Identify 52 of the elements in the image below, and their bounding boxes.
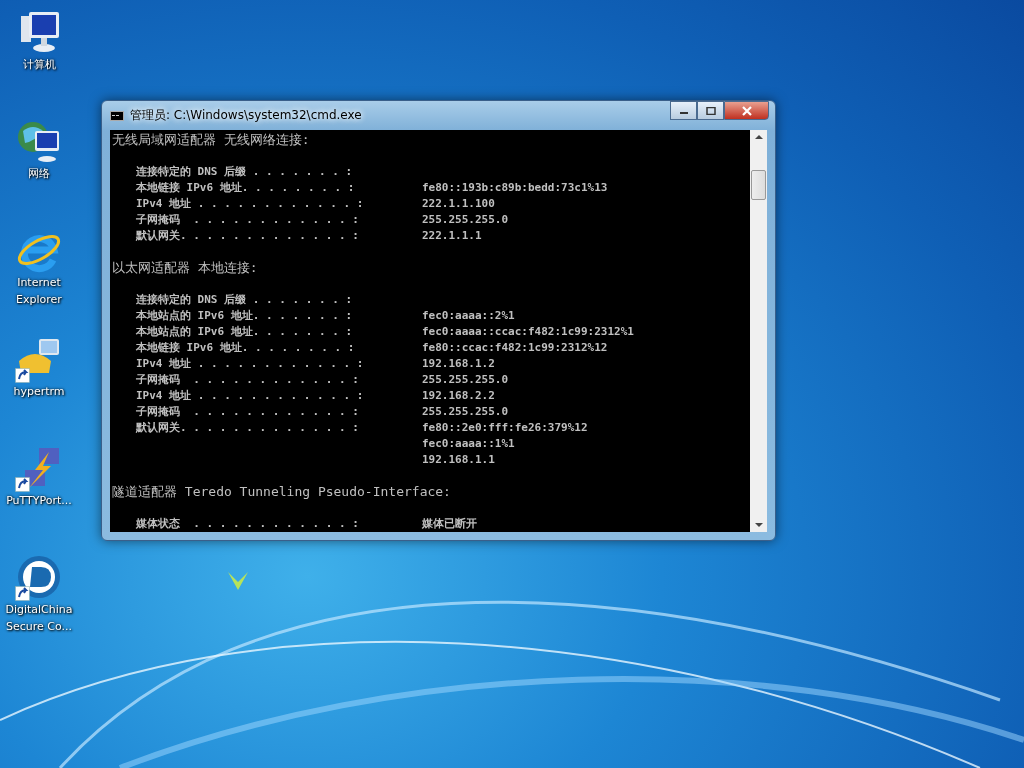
property-label: 子网掩码 . . . . . . . . . . . . : — [136, 404, 360, 420]
property-label: 连接特定的 DNS 后缀 . . . . . . . : — [136, 164, 354, 180]
property-value: fec0:aaaa::ccac:f482:1c99:2312%1 — [422, 324, 634, 340]
property-label: 本地站点的 IPv6 地址. . . . . . . : — [136, 324, 354, 340]
vertical-scrollbar[interactable] — [750, 130, 767, 532]
property-value: 255.255.255.0 — [422, 404, 509, 420]
letter-d-icon[interactable] — [15, 553, 63, 601]
maximize-icon — [705, 106, 716, 115]
desktop-icon-label[interactable]: DigitalChina Secure Co... — [0, 601, 78, 635]
desktop-icon-label[interactable]: hypertrm — [0, 383, 78, 400]
desktop-icon-label[interactable]: PuTTYPort... — [0, 492, 78, 509]
property-label: 本地站点的 IPv6 地址. . . . . . . : — [136, 308, 354, 324]
window-title: 管理员: C:\Windows\system32\cmd.exe — [130, 107, 363, 124]
property-label: 默认网关. . . . . . . . . . . . . : — [136, 228, 360, 244]
scroll-up-icon[interactable] — [754, 134, 763, 140]
property-label: 默认网关. . . . . . . . . . . . . : — [136, 420, 360, 436]
adapter-heading: 隧道适配器 Teredo Tunneling Pseudo-Interface: — [112, 484, 452, 500]
property-value: fe80::2e0:fff:fe26:379%12 — [422, 420, 588, 436]
desktop-icon-label[interactable]: 网络 — [0, 165, 78, 182]
property-label: 媒体状态 . . . . . . . . . . . . : — [136, 516, 360, 532]
close-button[interactable] — [724, 101, 769, 120]
property-value: 255.255.255.0 — [422, 372, 509, 388]
property-label: 本地链接 IPv6 地址. . . . . . . . : — [136, 180, 356, 196]
property-value: fe80::ccac:f482:1c99:2312%12 — [422, 340, 608, 356]
scrollbar-thumb[interactable] — [751, 170, 766, 200]
property-label: IPv4 地址 . . . . . . . . . . . . : — [136, 356, 365, 372]
adapter-heading: 无线局域网适配器 无线网络连接: — [112, 132, 311, 148]
property-value: 媒体已断开 — [422, 516, 477, 532]
property-value: 192.168.1.2 — [422, 356, 495, 372]
console-icon — [110, 110, 124, 121]
property-label: 子网掩码 . . . . . . . . . . . . : — [136, 372, 360, 388]
property-value: fec0:aaaa::2%1 — [422, 308, 515, 324]
scroll-down-icon[interactable] — [754, 522, 763, 528]
property-value: fe80::193b:c89b:bedd:73c1%13 — [422, 180, 608, 196]
property-value: 222.1.1.100 — [422, 196, 495, 212]
property-label: 子网掩码 . . . . . . . . . . . . : — [136, 212, 360, 228]
close-icon — [740, 105, 753, 116]
adapter-heading: 以太网适配器 本地连接: — [112, 260, 259, 276]
property-value: 255.255.255.0 — [422, 212, 509, 228]
desktop-icon-label[interactable]: Internet Explorer — [0, 274, 78, 308]
leaf-icon — [228, 572, 248, 590]
property-label: 本地链接 IPv6 地址. . . . . . . . : — [136, 340, 356, 356]
maximize-button[interactable] — [697, 101, 724, 120]
minimize-button[interactable] — [670, 101, 697, 120]
desktop-icon-label[interactable]: 计算机 — [0, 56, 78, 73]
property-label: 连接特定的 DNS 后缀 . . . . . . . : — [136, 292, 354, 308]
property-value: 222.1.1.1 — [422, 228, 482, 244]
property-value: 192.168.1.1 — [422, 452, 495, 468]
property-label: IPv4 地址 . . . . . . . . . . . . : — [136, 388, 365, 404]
property-value: 192.168.2.2 — [422, 388, 495, 404]
property-label: IPv4 地址 . . . . . . . . . . . . : — [136, 196, 365, 212]
property-value: fec0:aaaa::1%1 — [422, 436, 515, 452]
